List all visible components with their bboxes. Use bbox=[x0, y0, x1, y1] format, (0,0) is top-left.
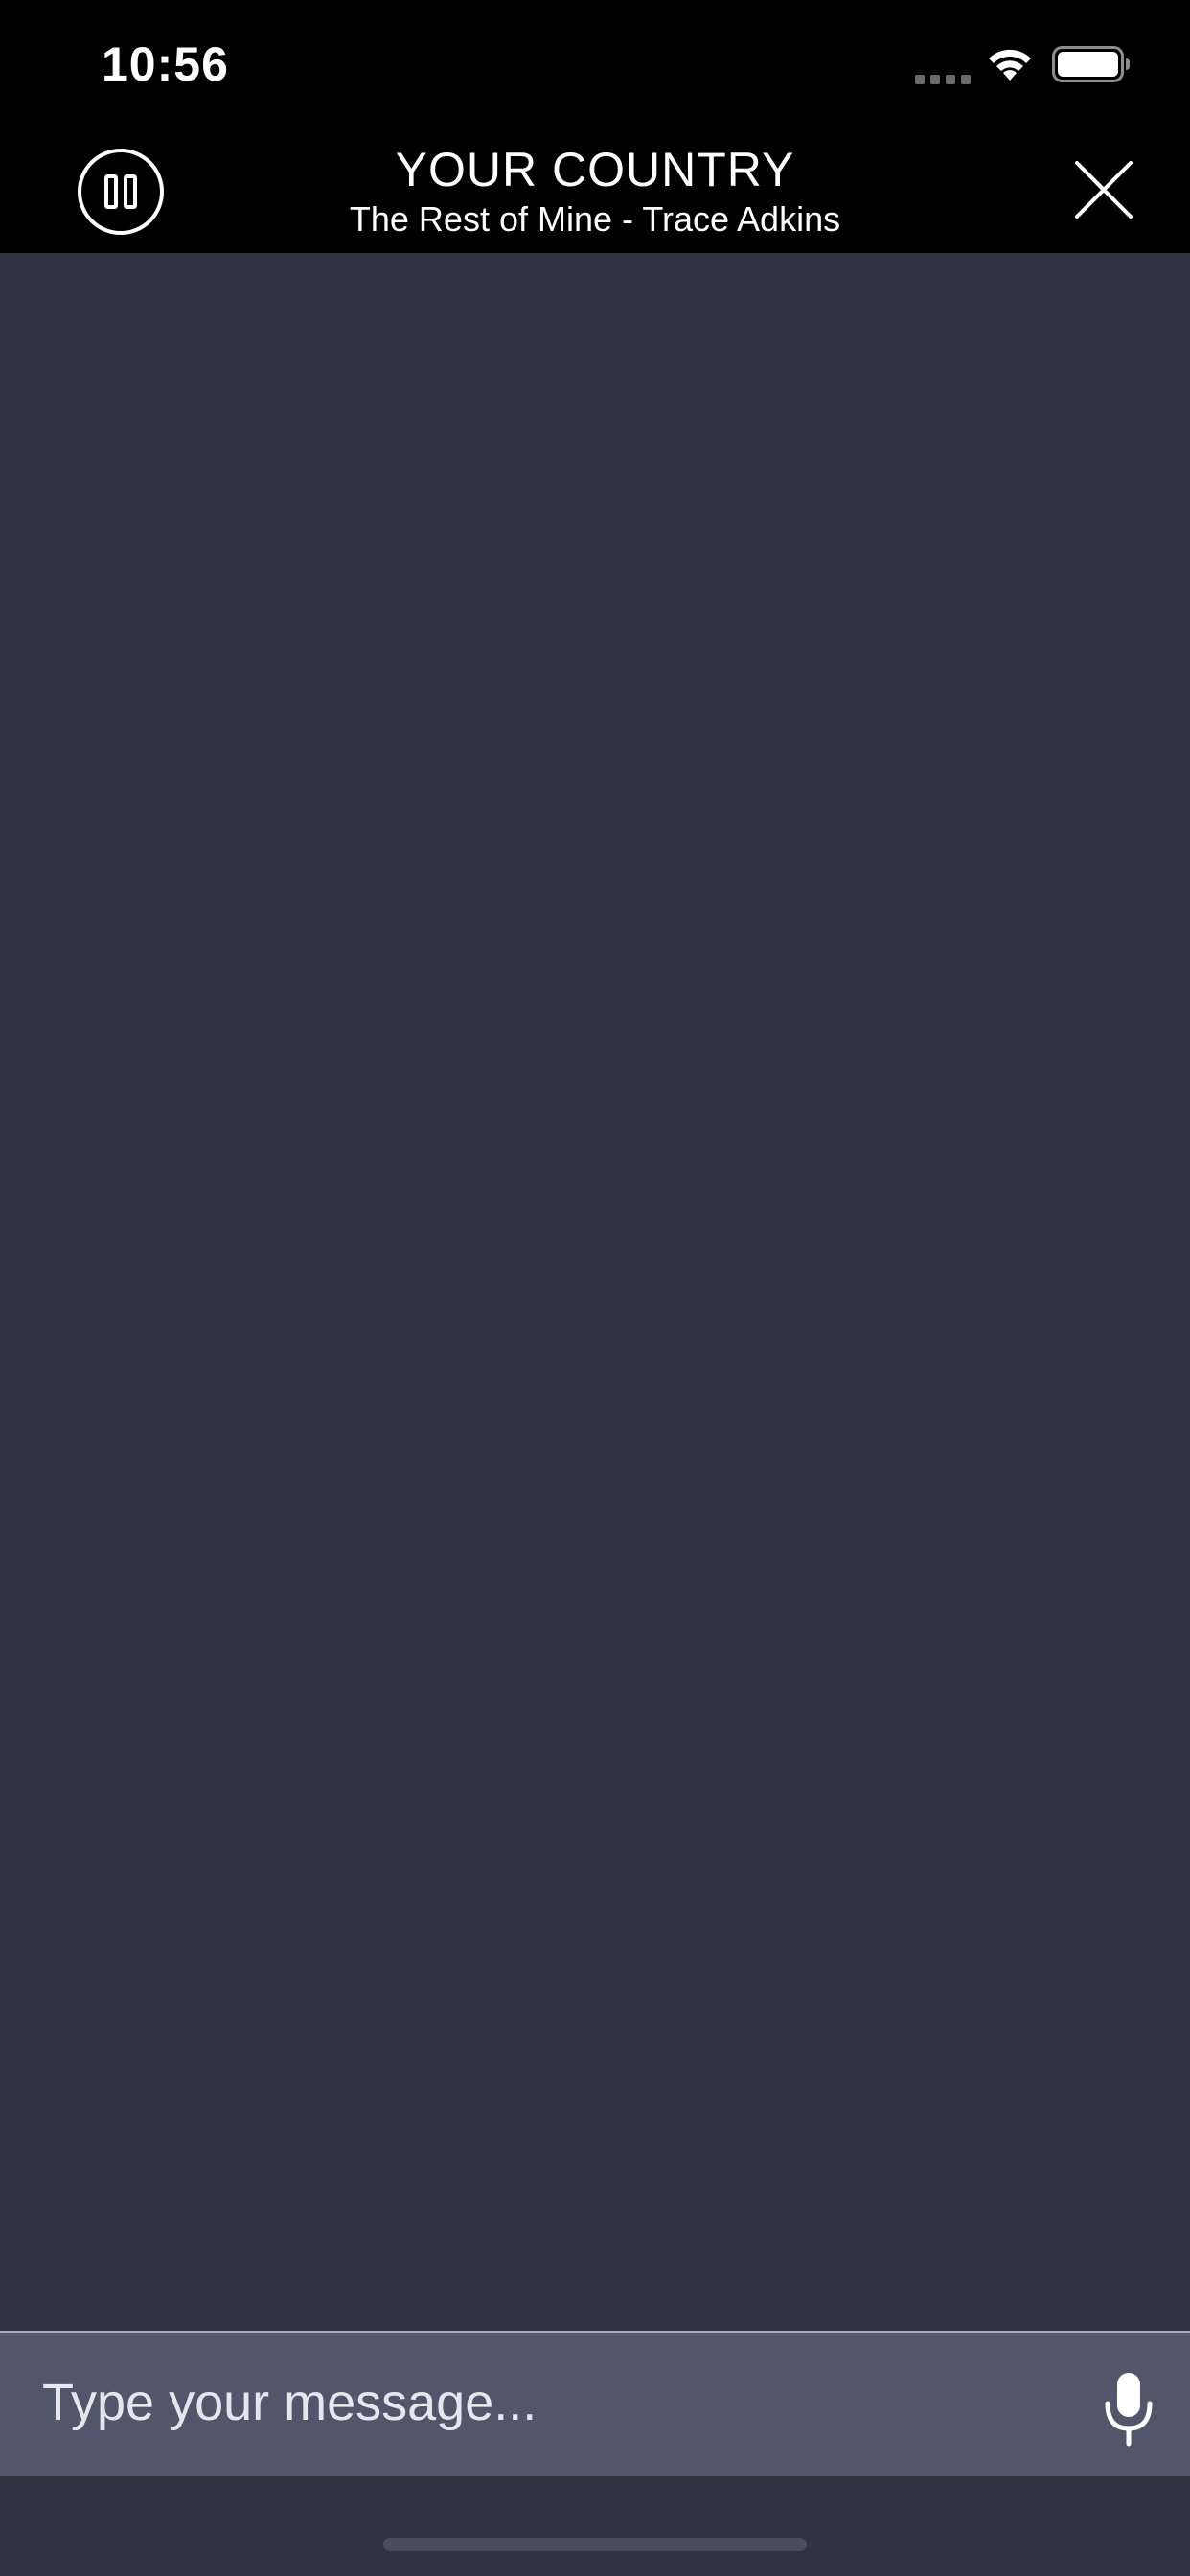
now-playing-track: The Rest of Mine - Trace Adkins bbox=[349, 199, 841, 239]
station-title: YOUR COUNTRY bbox=[395, 143, 795, 196]
status-time: 10:56 bbox=[102, 37, 229, 91]
radio-chat-screen: 10:56 YOUR COUNTRY The Rest of Mine - Tr… bbox=[0, 0, 1190, 2576]
status-bar: 10:56 bbox=[0, 0, 1190, 134]
message-composer bbox=[0, 2331, 1190, 2476]
player-header: YOUR COUNTRY The Rest of Mine - Trace Ad… bbox=[0, 134, 1190, 253]
message-input[interactable] bbox=[42, 2359, 1077, 2446]
home-indicator-area bbox=[0, 2476, 1190, 2576]
close-icon[interactable] bbox=[1071, 157, 1136, 222]
chat-message-list bbox=[0, 253, 1190, 2331]
microphone-icon[interactable] bbox=[1104, 2373, 1154, 2448]
battery-icon bbox=[1052, 46, 1130, 82]
wifi-icon bbox=[989, 49, 1031, 80]
cellular-signal-icon bbox=[915, 75, 971, 84]
home-indicator[interactable] bbox=[383, 2538, 807, 2551]
